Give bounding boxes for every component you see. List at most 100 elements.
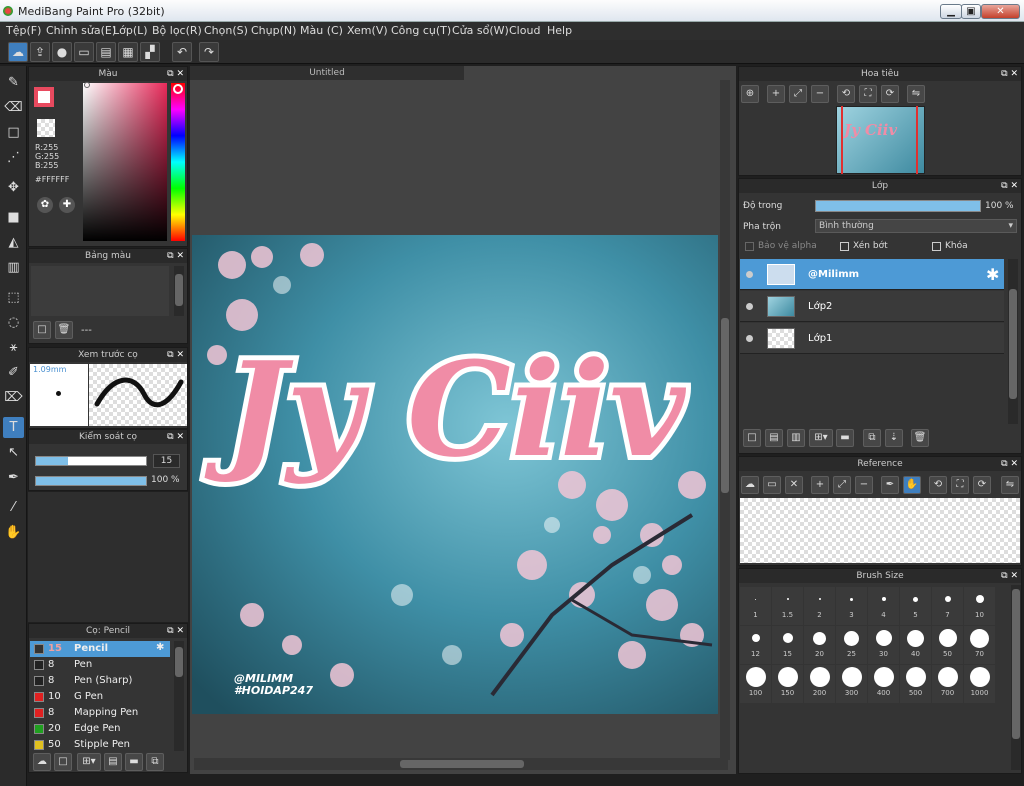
panel-controls-icon[interactable]: ⧉ ✕: [1001, 457, 1018, 471]
menu-file[interactable]: Tệp(F): [6, 24, 41, 37]
brush-list-item[interactable]: 8 Pen (Sharp): [30, 673, 170, 689]
share-icon[interactable]: ⇪: [30, 42, 50, 62]
select-pen-tool-icon[interactable]: ✐: [3, 362, 24, 383]
new-8bit-layer-icon[interactable]: ▥: [787, 429, 805, 447]
panel-controls-icon[interactable]: ⧉ ✕: [1001, 179, 1018, 193]
palette-add-icon[interactable]: ✚: [59, 197, 75, 213]
hand-icon[interactable]: ✋: [903, 476, 921, 494]
brush-size-option[interactable]: 10: [964, 587, 995, 625]
brush-list-item[interactable]: 50 Stipple Pen: [30, 737, 170, 753]
eyedropper-tool-icon[interactable]: ✒: [3, 467, 24, 488]
transparent-swatch[interactable]: [37, 119, 55, 137]
magic-wand-tool-icon[interactable]: ⚹: [3, 337, 24, 358]
zoom-in-icon[interactable]: +: [811, 476, 829, 494]
divide-tool-icon[interactable]: ⁄: [3, 497, 24, 518]
eraser-tool-icon[interactable]: ⌫: [3, 97, 24, 118]
brush-list-item[interactable]: 10 G Pen: [30, 689, 170, 705]
panel-controls-icon[interactable]: ⧉ ✕: [1001, 67, 1018, 81]
brush-size-option[interactable]: 400: [868, 665, 899, 703]
hue-cursor[interactable]: [173, 84, 183, 94]
add-layer-dropdown-icon[interactable]: ⊞▾: [809, 429, 833, 447]
folder-icon[interactable]: ▬: [836, 429, 854, 447]
brush-size-value[interactable]: 15: [153, 454, 180, 468]
rotate-right-icon[interactable]: ⟳: [881, 85, 899, 103]
brush-size-option[interactable]: 15: [772, 626, 803, 664]
brush-size-option[interactable]: 12: [740, 626, 771, 664]
brush-size-option[interactable]: 1: [740, 587, 771, 625]
palette-swatch-area[interactable]: [31, 266, 169, 316]
eye-icon[interactable]: [746, 271, 753, 278]
brush-size-option[interactable]: 150: [772, 665, 803, 703]
clipping-checkbox[interactable]: [840, 242, 849, 251]
brush-size-option[interactable]: 500: [900, 665, 931, 703]
menu-tools[interactable]: Công cụ(T): [391, 24, 451, 37]
layer-scrollbar[interactable]: [1008, 259, 1018, 424]
brush-list-scrollbar[interactable]: [174, 641, 184, 751]
flip-icon[interactable]: ⇋: [907, 85, 925, 103]
duplicate-brush-icon[interactable]: ⧉: [146, 753, 164, 771]
dot-tool-icon[interactable]: ⋰: [3, 147, 24, 168]
menu-cloud[interactable]: Cloud: [509, 24, 540, 37]
protect-alpha-checkbox[interactable]: [745, 242, 754, 251]
brush-size-slider[interactable]: [35, 456, 147, 466]
panel-controls-icon[interactable]: ⧉ ✕: [167, 430, 184, 444]
brush-list-item[interactable]: 15 Pencil ✱: [30, 641, 170, 657]
layout-icon[interactable]: ▞: [140, 42, 160, 62]
open-folder-icon[interactable]: ▭: [763, 476, 781, 494]
brush-list-item[interactable]: 8 Mapping Pen: [30, 705, 170, 721]
brush-size-option[interactable]: 25: [836, 626, 867, 664]
document-icon[interactable]: ▤: [96, 42, 116, 62]
panel-controls-icon[interactable]: ⧉ ✕: [1001, 569, 1018, 583]
layer-row[interactable]: Lớp2: [740, 291, 1004, 322]
brush-settings-icon[interactable]: ▤: [104, 753, 122, 771]
menu-layer[interactable]: Lớp(L): [113, 24, 148, 37]
layer-row[interactable]: Lớp1: [740, 323, 1004, 354]
navigator-thumbnail[interactable]: Jy Ciiv: [836, 106, 925, 174]
menu-snap[interactable]: Chụp(N): [251, 24, 296, 37]
panel-controls-icon[interactable]: ⧉ ✕: [167, 348, 184, 362]
brush-list-item[interactable]: 20 Edge Pen: [30, 721, 170, 737]
brush-size-option[interactable]: 30: [868, 626, 899, 664]
zoom-in-icon[interactable]: +: [767, 85, 785, 103]
eyedropper-icon[interactable]: ✒: [881, 476, 899, 494]
brush-size-option[interactable]: 300: [836, 665, 867, 703]
brush-size-option[interactable]: 7: [932, 587, 963, 625]
hue-slider[interactable]: [171, 83, 185, 241]
brush-size-option[interactable]: 20: [804, 626, 835, 664]
sv-cursor[interactable]: [84, 82, 90, 88]
rotate-left-icon[interactable]: ⟲: [929, 476, 947, 494]
zoom-out-icon[interactable]: −: [855, 476, 873, 494]
canvas-horizontal-scrollbar[interactable]: [194, 758, 728, 770]
grid-icon[interactable]: ▦: [118, 42, 138, 62]
zoom-out-icon[interactable]: −: [811, 85, 829, 103]
brush-size-option[interactable]: 40: [900, 626, 931, 664]
new-halftone-layer-icon[interactable]: ▤: [765, 429, 783, 447]
menu-view[interactable]: Xem(V): [347, 24, 388, 37]
select-rect-tool-icon[interactable]: ⬚: [3, 287, 24, 308]
brush-size-option[interactable]: 4: [868, 587, 899, 625]
speech-bubble-icon[interactable]: ▭: [74, 42, 94, 62]
panel-controls-icon[interactable]: ⧉ ✕: [167, 249, 184, 263]
menu-window[interactable]: Cửa sổ(W): [452, 24, 509, 37]
gradient-tool-icon[interactable]: ▥: [3, 257, 24, 278]
zoom-icon[interactable]: ⊕: [741, 85, 759, 103]
palette-scrollbar[interactable]: [174, 266, 184, 316]
document-tab[interactable]: Untitled: [190, 66, 464, 80]
close-reference-icon[interactable]: ✕: [785, 476, 803, 494]
merge-layer-icon[interactable]: ⇣: [885, 429, 903, 447]
reset-view-icon[interactable]: ⛶: [859, 85, 877, 103]
duplicate-layer-icon[interactable]: ⧉: [863, 429, 881, 447]
brush-size-option[interactable]: 5: [900, 587, 931, 625]
rotate-left-icon[interactable]: ⟲: [837, 85, 855, 103]
panel-controls-icon[interactable]: ⧉ ✕: [167, 624, 184, 638]
menu-select[interactable]: Chọn(S): [204, 24, 248, 37]
delete-layer-icon[interactable]: 🗑: [911, 429, 929, 447]
brush-tool-icon[interactable]: ✎: [3, 72, 24, 93]
minimize-button[interactable]: ▁: [940, 4, 962, 19]
panel-controls-icon[interactable]: ⧉ ✕: [167, 67, 184, 81]
new-brush-icon[interactable]: □: [54, 753, 72, 771]
bucket-tool-icon[interactable]: ◭: [3, 232, 24, 253]
redo-icon[interactable]: ↷: [199, 42, 219, 62]
brush-size-option[interactable]: 1000: [964, 665, 995, 703]
gear-icon[interactable]: ✱: [986, 265, 999, 284]
